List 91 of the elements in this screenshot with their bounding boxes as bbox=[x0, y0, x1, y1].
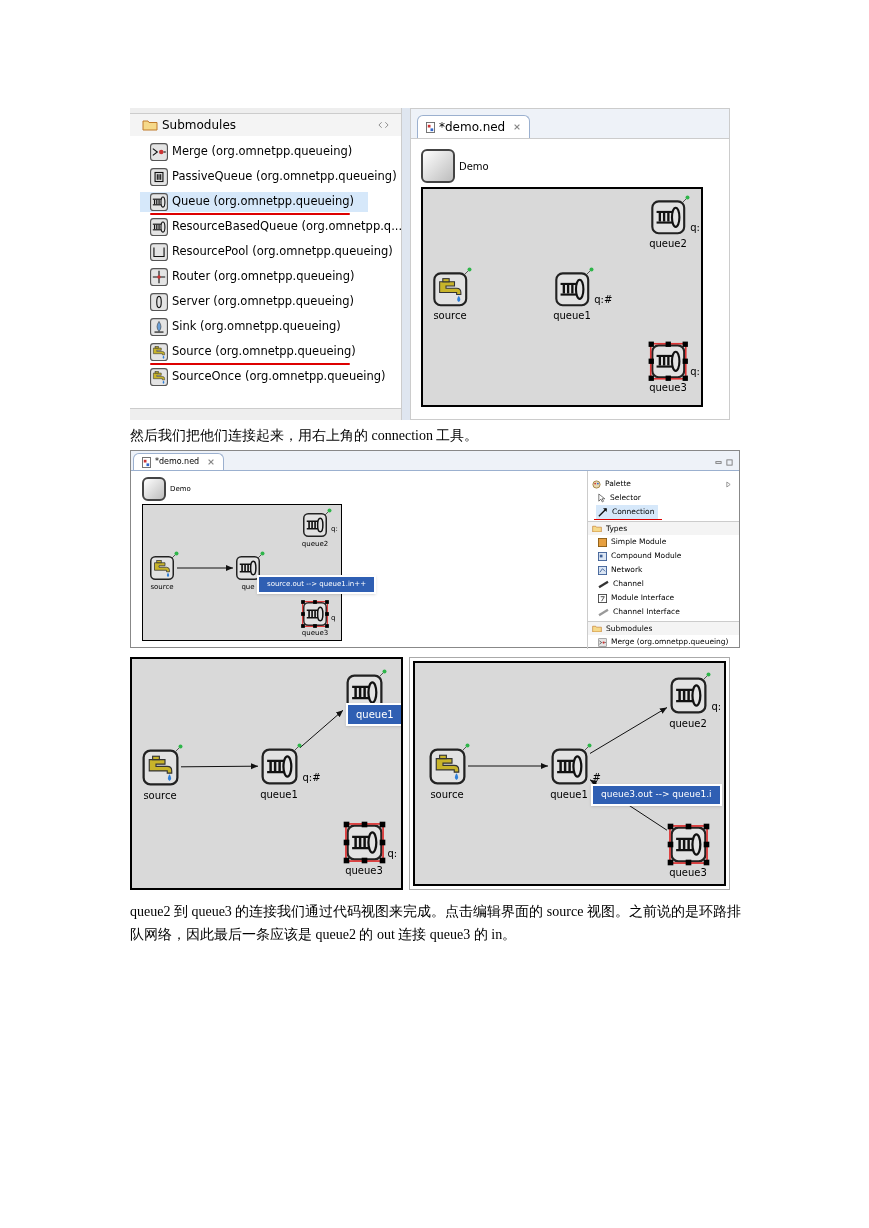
queue-node[interactable] bbox=[646, 339, 690, 383]
queue-node[interactable] bbox=[665, 821, 711, 867]
queue-length-label: q:# bbox=[594, 295, 613, 305]
queue-node[interactable] bbox=[300, 599, 330, 629]
pin-icon bbox=[584, 743, 592, 751]
submodule-item[interactable]: ResourcePool (org.omnetpp.queueing) bbox=[140, 242, 395, 262]
queue-length-label: q:# bbox=[302, 773, 321, 783]
body-paragraph: 然后我们把他们连接起来，用右上角的 connection 工具。 bbox=[130, 427, 480, 445]
collapse-icon[interactable] bbox=[378, 121, 389, 129]
submodule-item[interactable]: Source (org.omnetpp.queueing) bbox=[140, 342, 358, 362]
pin-icon bbox=[257, 551, 265, 559]
pin-icon bbox=[294, 743, 302, 751]
connection-tooltip: queue3.out --> queue1.i bbox=[591, 784, 722, 806]
connection-arrow bbox=[299, 709, 344, 749]
queue-length-label: q: bbox=[690, 223, 700, 233]
folder-icon bbox=[592, 624, 602, 633]
pin-icon bbox=[464, 267, 472, 275]
arrow-icon bbox=[598, 507, 608, 517]
pointer-icon bbox=[598, 493, 606, 503]
pin-icon bbox=[682, 195, 690, 203]
queue-length-label: q: bbox=[690, 367, 700, 377]
file-icon bbox=[426, 121, 435, 133]
node-label: queue2 bbox=[648, 238, 688, 251]
palette-icon bbox=[592, 479, 601, 489]
expand-icon[interactable] bbox=[726, 480, 731, 488]
folder-icon bbox=[592, 524, 602, 533]
drop-icon bbox=[150, 318, 168, 336]
pin-icon bbox=[171, 551, 179, 559]
pin-icon bbox=[324, 508, 332, 516]
pin-icon bbox=[703, 672, 711, 680]
folder-icon bbox=[142, 119, 158, 131]
pool-icon bbox=[150, 243, 168, 261]
node-label: queue1 bbox=[259, 788, 299, 801]
network-name: Demo bbox=[459, 159, 489, 174]
submodule-item[interactable]: Sink (org.omnetpp.queueing) bbox=[140, 317, 343, 337]
node-label: source bbox=[432, 310, 468, 323]
queue-icon bbox=[150, 218, 168, 236]
merge-icon bbox=[150, 143, 168, 161]
node-label: source bbox=[142, 789, 178, 802]
faucet-node[interactable] bbox=[147, 553, 177, 583]
group-title: Submodules bbox=[162, 117, 238, 134]
minimize-icon[interactable] bbox=[715, 459, 722, 466]
module-icon bbox=[598, 537, 607, 547]
node-label: queue3 bbox=[668, 866, 708, 879]
network-icon bbox=[598, 565, 607, 575]
queue-icon bbox=[150, 193, 168, 211]
submodule-item[interactable]: SourceOnce (org.omnetpp.queueing) bbox=[140, 367, 388, 387]
submodule-item[interactable]: Server (org.omnetpp.queueing) bbox=[140, 292, 357, 312]
faucet-icon bbox=[150, 343, 168, 361]
queue-length-label: # bbox=[592, 773, 601, 783]
arrows-icon bbox=[150, 268, 168, 286]
pin-icon bbox=[379, 669, 387, 677]
submodule-item[interactable]: PassiveQueue (org.omnetpp.queueing) bbox=[140, 167, 399, 187]
group-header[interactable]: Submodules bbox=[130, 114, 401, 136]
passive-queue-icon bbox=[150, 168, 168, 186]
connection-arrow bbox=[176, 565, 234, 571]
node-label: queue3 bbox=[344, 864, 384, 877]
interface-icon bbox=[598, 593, 607, 603]
pin-icon bbox=[586, 267, 594, 275]
close-icon[interactable] bbox=[207, 458, 216, 466]
node-label: queue3 bbox=[648, 382, 688, 395]
submodule-item[interactable]: Router (org.omnetpp.queueing) bbox=[140, 267, 357, 287]
editor-tab[interactable]: *demo.ned bbox=[417, 115, 531, 138]
queue-length-label: q: bbox=[711, 702, 722, 712]
network-icon bbox=[421, 149, 455, 183]
file-icon bbox=[142, 456, 151, 468]
connection-tooltip: queue1 bbox=[346, 703, 401, 726]
channel-icon bbox=[598, 579, 609, 589]
close-icon[interactable] bbox=[513, 123, 522, 131]
submodule-item[interactable]: Queue (org.omnetpp.queueing) bbox=[140, 192, 369, 212]
pin-icon bbox=[462, 743, 470, 751]
server-icon bbox=[150, 293, 168, 311]
merge-icon bbox=[598, 637, 607, 647]
node-label: queue2 bbox=[668, 717, 708, 730]
pin-icon bbox=[175, 744, 183, 752]
channel-icon bbox=[598, 607, 609, 617]
submodule-item[interactable]: Merge (org.omnetpp.queueing) bbox=[140, 142, 355, 162]
queue-length-label: q: bbox=[387, 849, 398, 859]
editor-tab[interactable]: *demo.ned bbox=[133, 453, 225, 470]
submodule-item[interactable]: ResourceBasedQueue (org.omnetpp.q... bbox=[140, 217, 405, 237]
body-paragraph: queue2 到 queue3 的连接我们通过代码视图来完成。点击编辑界面的 source 视图。之前说的是环路排队网络，因此最后一条应该是 queue2 的 out 连接 queue3 的 in。 bbox=[130, 903, 742, 944]
queue-node[interactable] bbox=[341, 819, 387, 865]
node-label: source bbox=[429, 788, 465, 801]
node-label: queue1 bbox=[552, 310, 592, 323]
faucet-icon bbox=[150, 368, 168, 386]
tab-title: *demo.ned bbox=[155, 456, 200, 468]
queue-node[interactable] bbox=[300, 510, 330, 540]
queue-node[interactable] bbox=[233, 553, 263, 583]
tab-title: *demo.ned bbox=[439, 119, 506, 136]
network-icon bbox=[142, 477, 166, 501]
compound-module-icon bbox=[598, 551, 607, 561]
